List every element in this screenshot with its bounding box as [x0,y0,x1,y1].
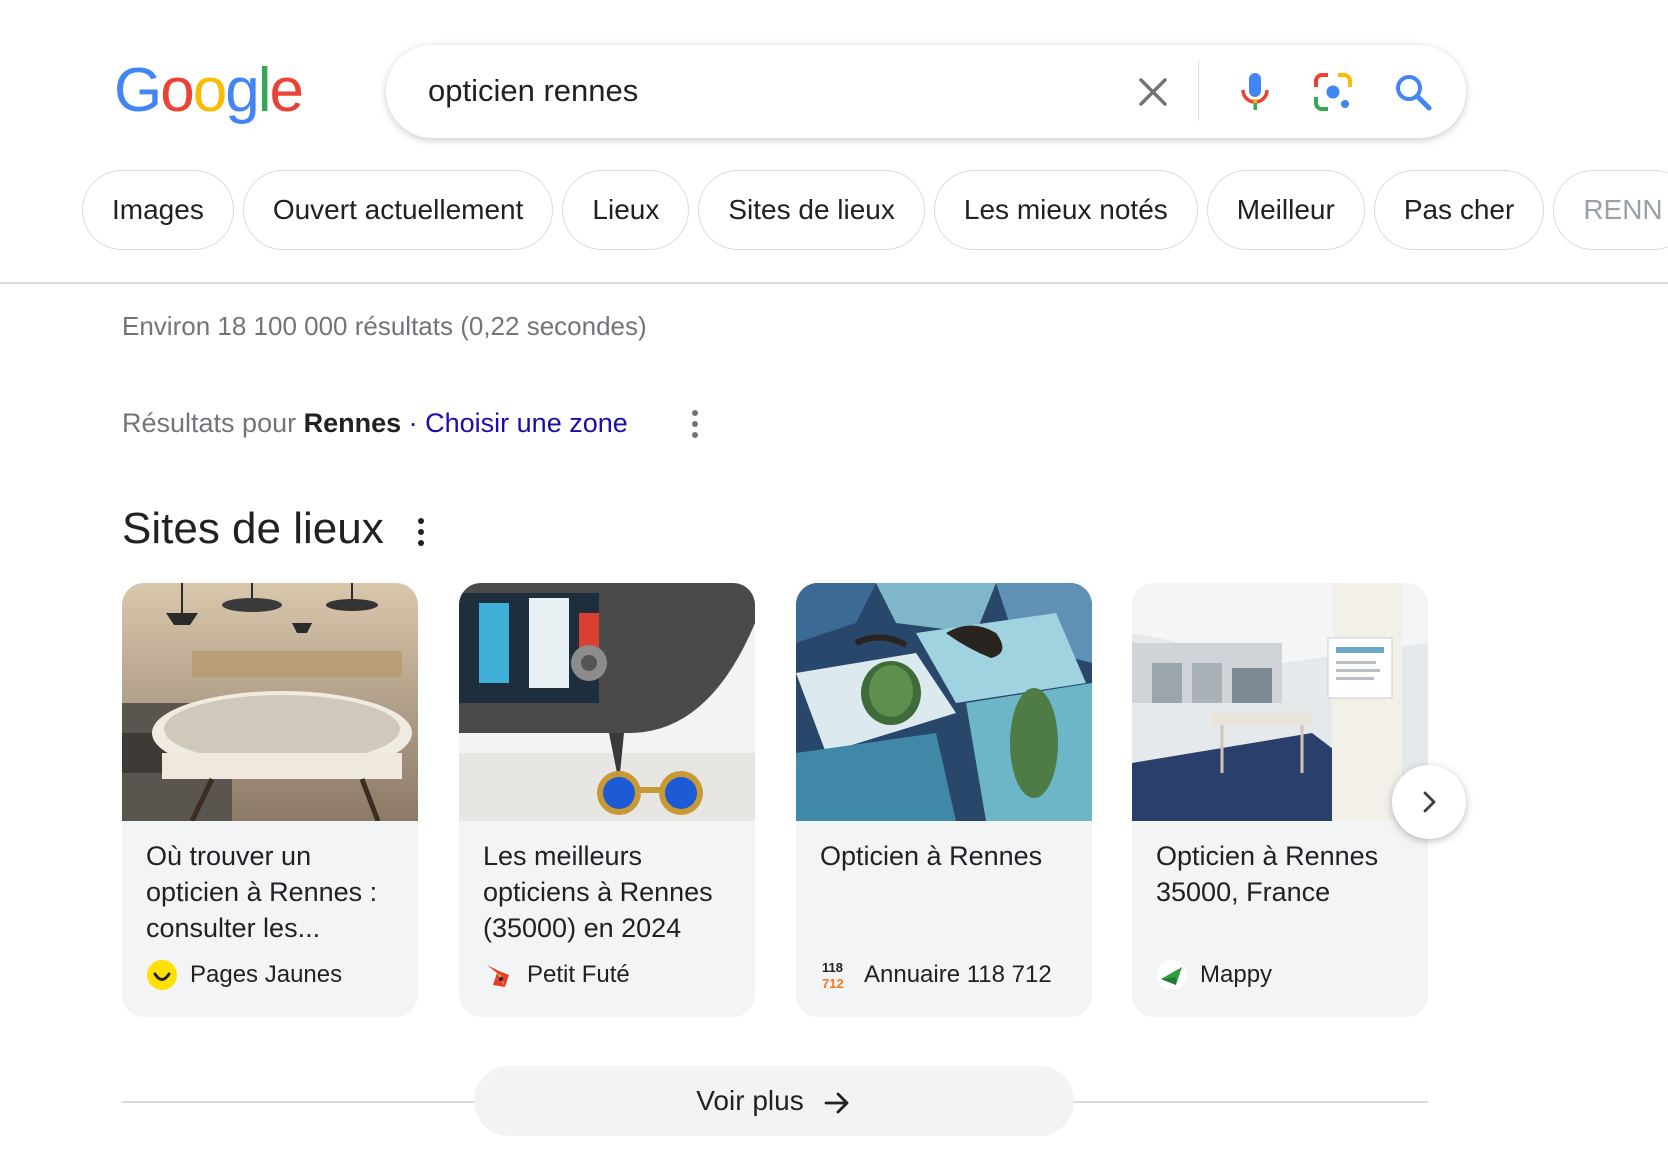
card-image [459,583,755,821]
source-name: Annuaire 118 712 [864,961,1052,988]
smiley-icon [146,959,178,991]
filter-chips: Images Ouvert actuellement Lieux Sites de l… [82,170,1668,250]
search-box[interactable]: opticien rennes [386,45,1466,138]
arrow-right-icon [824,1092,849,1114]
result-stats: Environ 18 100 000 résultats (0,22 secon… [122,311,647,341]
card-image [1132,583,1428,821]
chip-rennes[interactable]: RENN [1553,170,1668,250]
place-card[interactable]: Les meilleurs opticiens à Rennes (35000)… [459,583,755,1017]
card-title[interactable]: Les meilleurs opticiens à Rennes (35000)… [483,838,739,946]
card-source: Petit Futé [483,959,630,991]
search-input[interactable]: opticien rennes [428,73,638,109]
source-name: Mappy [1200,961,1273,988]
chip-les-mieux-notes[interactable]: Les mieux notés [933,170,1198,250]
place-card[interactable]: Opticien à Rennes 118 712 Annuaire 118 7… [796,583,1092,1017]
location-separator: · [401,408,426,438]
card-image [796,583,1092,821]
header-divider [0,282,1668,284]
card-source: Pages Jaunes [146,959,342,991]
place-card[interactable]: Où trouver un opticien à Rennes : consul… [122,583,418,1017]
location-line: Résultats pour Rennes · Choisir une zone [122,408,628,439]
logo-letter: g [225,56,260,125]
card-title[interactable]: Où trouver un opticien à Rennes : consul… [146,838,402,946]
chip-ouvert-actuellement[interactable]: Ouvert actuellement [242,170,554,250]
carousel-next-button[interactable] [1392,765,1466,839]
chip-sites-de-lieux[interactable]: Sites de lieux [698,170,925,250]
annuaire-icon: 118 712 [820,959,852,991]
location-prefix: Résultats pour [122,408,304,438]
chip-meilleur[interactable]: Meilleur [1206,170,1365,250]
chevron-right-icon [1423,791,1436,813]
chip-pas-cher[interactable]: Pas cher [1373,170,1545,250]
more-options-icon[interactable] [408,514,434,550]
annuaire-icon-top: 118 [822,960,843,975]
source-name: Pages Jaunes [190,961,343,988]
chip-images[interactable]: Images [82,170,234,250]
close-icon[interactable] [1126,65,1180,119]
source-name: Petit Futé [527,961,630,988]
lens-icon[interactable] [1306,65,1360,119]
card-source: 118 712 Annuaire 118 712 [820,959,1052,991]
more-options-icon[interactable] [682,406,708,442]
fox-icon [483,959,515,991]
logo-letter: e [269,56,304,125]
search-icon[interactable] [1386,65,1440,119]
card-title[interactable]: Opticien à Rennes [820,838,1076,874]
see-more-label: Voir plus [696,1085,804,1116]
logo-letter: G [114,56,162,125]
logo-letter: o [160,56,195,125]
place-card[interactable]: Opticien à Rennes 35000, France Mappy [1132,583,1428,1017]
microphone-icon[interactable] [1228,65,1282,119]
google-logo[interactable]: Google [114,56,304,125]
card-image [122,583,418,821]
section-title: Sites de lieux [122,504,384,553]
card-source: Mappy [1156,959,1272,991]
choose-zone-link[interactable]: Choisir une zone [425,408,628,438]
logo-letter: l [257,56,272,125]
mappy-icon [1156,959,1188,991]
chip-lieux[interactable]: Lieux [562,170,690,250]
see-more-button[interactable]: Voir plus [474,1066,1074,1136]
card-title[interactable]: Opticien à Rennes 35000, France [1156,838,1412,910]
search-separator [1198,61,1199,121]
location-city: Rennes [303,408,402,438]
logo-letter: o [192,56,228,125]
annuaire-icon-bottom: 712 [822,976,844,991]
